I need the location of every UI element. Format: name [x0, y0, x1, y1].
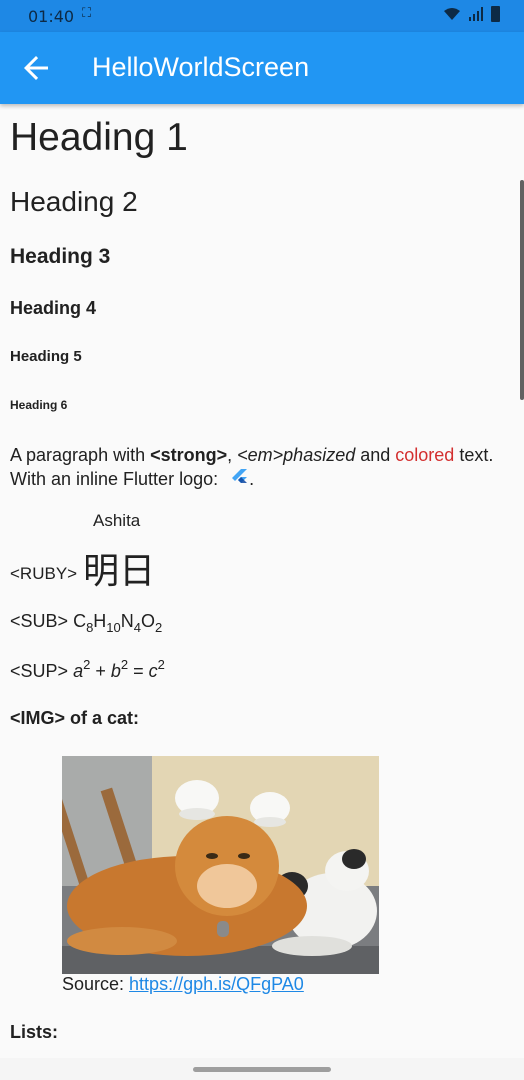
superscript: 2	[120, 657, 129, 672]
home-gesture-pill[interactable]	[193, 1067, 331, 1072]
navigation-bar	[0, 1058, 524, 1080]
app-bar: HelloWorldScreen	[0, 32, 524, 104]
element-c: C	[73, 611, 87, 631]
emphasized-text: <em>phasized	[237, 445, 356, 465]
paragraph-end: .	[249, 469, 255, 489]
subscript: 10	[106, 620, 121, 635]
sub-label: <SUB>	[10, 611, 69, 631]
heading-5: Heading 5	[10, 348, 82, 365]
image-caption: Source: https://gph.is/QFgPA0	[62, 974, 304, 995]
status-time: 01:40	[28, 7, 75, 26]
wifi-icon	[444, 8, 460, 20]
subscript: 2	[155, 620, 163, 635]
var-a: a	[73, 661, 84, 681]
arrow-back-icon[interactable]	[18, 50, 54, 86]
formula: C8H10N4O2	[73, 611, 162, 635]
plus: +	[90, 661, 111, 681]
flutter-logo-icon	[232, 469, 248, 483]
paragraph-and: and	[355, 445, 396, 465]
status-icons	[443, 6, 500, 22]
element-h: H	[93, 611, 107, 631]
colored-text: colored	[395, 445, 455, 465]
paragraph: A paragraph with <strong>, <em>phasized …	[10, 443, 510, 491]
cat-image	[62, 756, 379, 974]
battery-icon	[491, 6, 500, 22]
equals: =	[128, 661, 149, 681]
ruby-line: <RUBY> 明日	[10, 542, 155, 594]
superscript: 2	[157, 657, 165, 672]
sub-line: <SUB> C8H10N4O2	[10, 611, 162, 635]
heading-6: Heading 6	[10, 398, 68, 412]
screen-cast-icon: ⛶	[82, 6, 93, 21]
heading-1: Heading 1	[10, 116, 188, 159]
source-link[interactable]: https://gph.is/QFgPA0	[129, 974, 304, 994]
heading-4: Heading 4	[10, 298, 97, 318]
strong-text: <strong>	[150, 445, 228, 465]
img-heading: <IMG> of a cat:	[10, 708, 140, 728]
lists-heading: Lists:	[10, 1022, 59, 1042]
subscript: 4	[133, 620, 141, 635]
sup-label: <SUP>	[10, 661, 69, 681]
caption-prefix: Source:	[62, 974, 130, 994]
scrollbar[interactable]	[520, 180, 524, 400]
ruby-annotation: Ashita	[93, 511, 141, 530]
ruby-label: <RUBY>	[10, 564, 78, 583]
element-o: O	[141, 611, 156, 631]
heading-3: Heading 3	[10, 245, 111, 268]
sup-line: <SUP> a2 + b2 = c2	[10, 657, 165, 682]
status-bar: 01:40 ⛶	[0, 0, 524, 32]
var-c: c	[148, 661, 158, 681]
ruby-base: 明日	[83, 551, 156, 592]
var-b: b	[110, 661, 121, 681]
element-n: N	[120, 611, 134, 631]
paragraph-comma: ,	[227, 445, 238, 465]
app-title: HelloWorldScreen	[92, 52, 310, 82]
signal-icon	[469, 7, 483, 21]
heading-2: Heading 2	[10, 186, 138, 217]
paragraph-prefix: A paragraph with	[10, 445, 151, 465]
